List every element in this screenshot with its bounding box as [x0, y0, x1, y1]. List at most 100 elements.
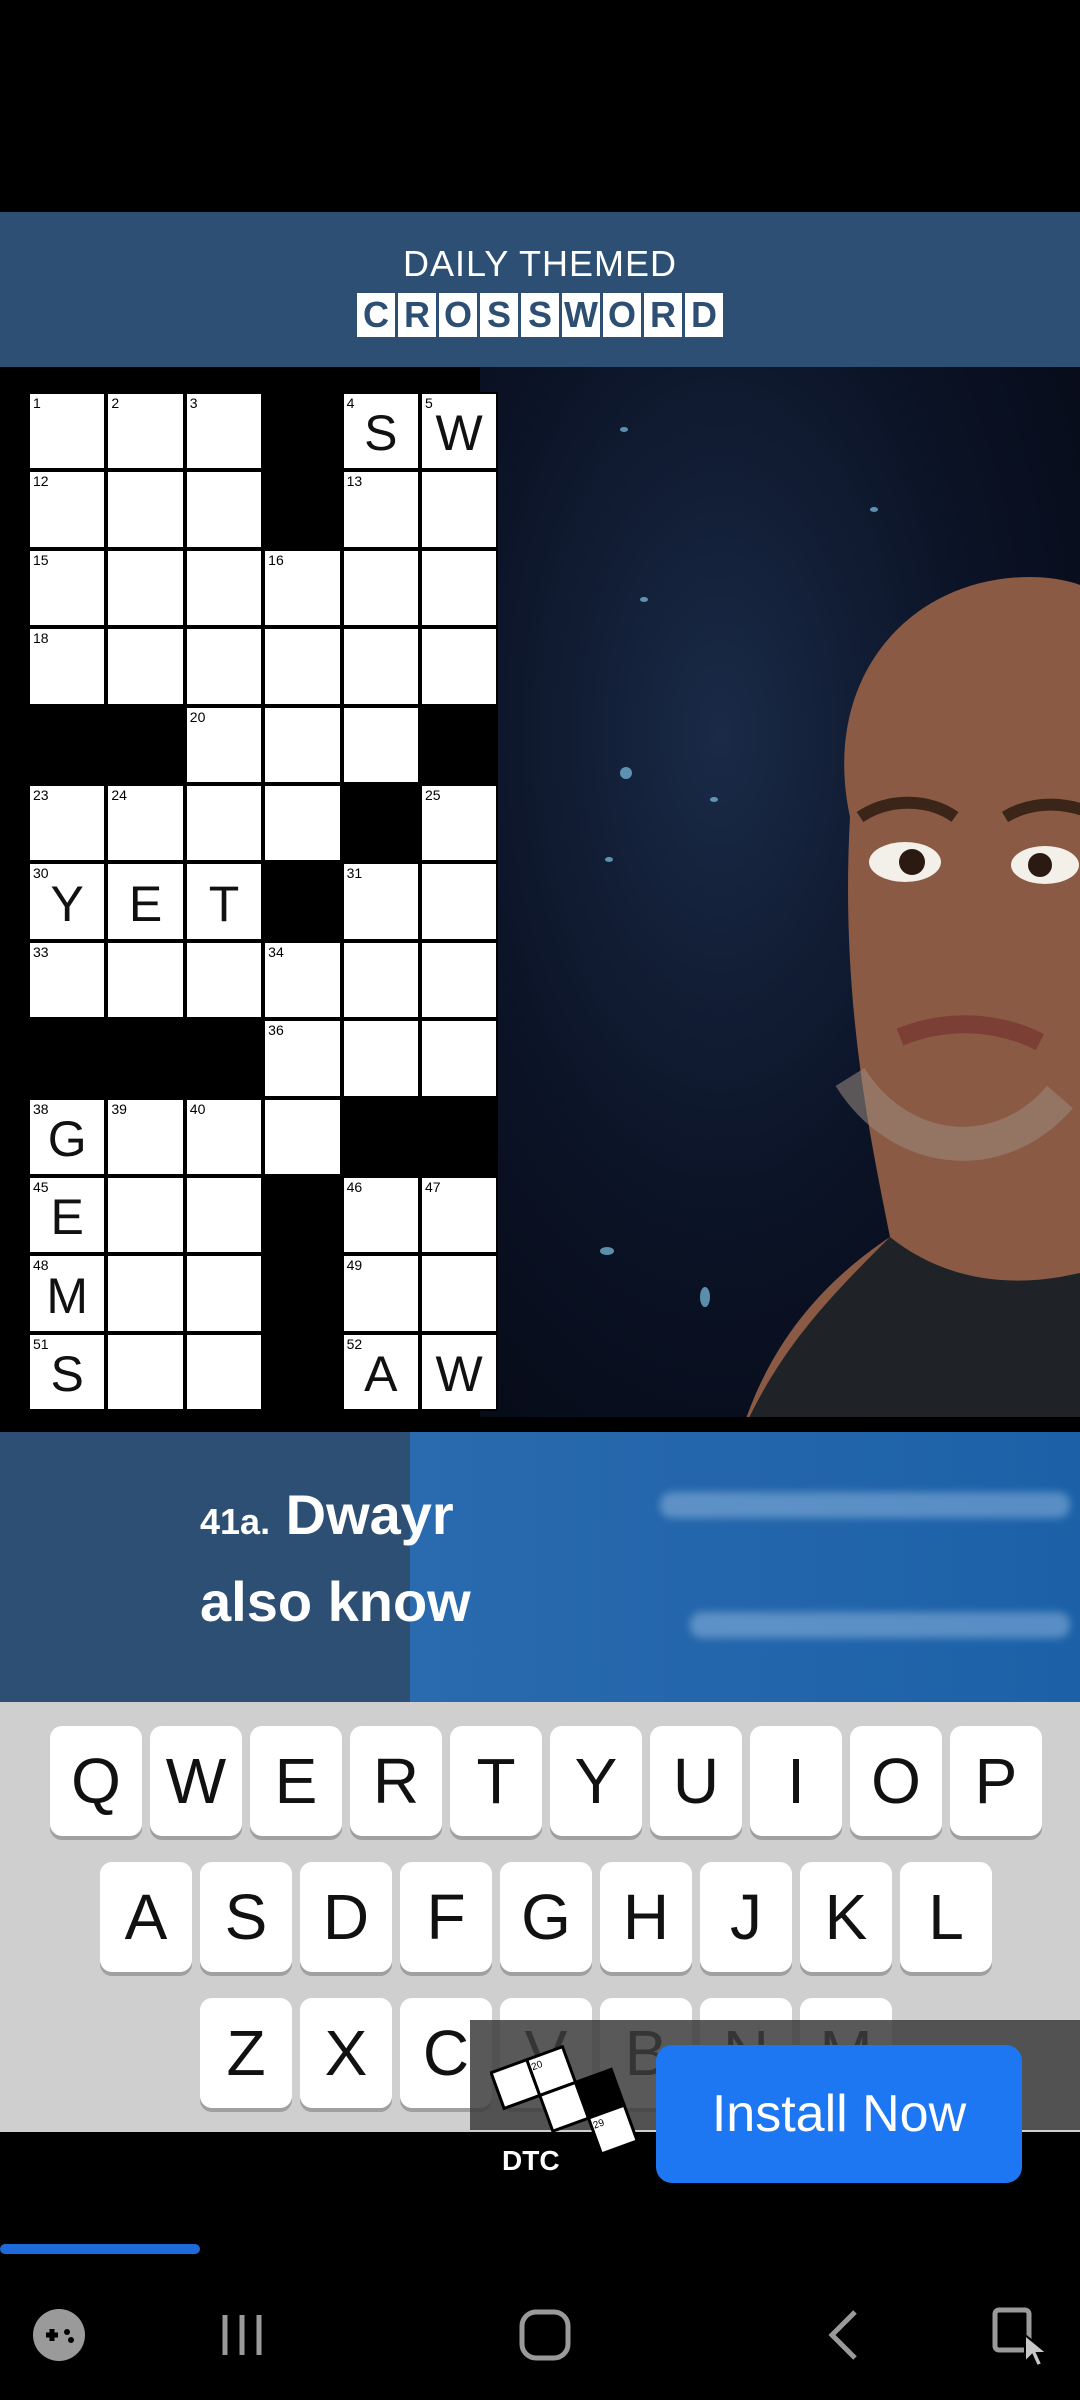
- screen-assist-icon[interactable]: [985, 2300, 1055, 2370]
- grid-cell[interactable]: 30 Y: [28, 862, 107, 941]
- grid-cell[interactable]: [184, 783, 264, 863]
- cell-number: 31: [346, 865, 363, 882]
- key-l[interactable]: L: [900, 1862, 992, 1972]
- grid-cell[interactable]: [263, 783, 342, 863]
- key-u[interactable]: U: [650, 1726, 742, 1836]
- grid-cell[interactable]: 52 A: [341, 1332, 420, 1412]
- grid-cell[interactable]: [341, 1019, 420, 1098]
- grid-cell[interactable]: [184, 470, 264, 549]
- key-x[interactable]: X: [300, 1998, 392, 2108]
- key-z[interactable]: Z: [200, 1998, 292, 2108]
- grid-cell[interactable]: 40: [184, 1097, 264, 1176]
- grid-cell[interactable]: [106, 548, 185, 628]
- cell-number: 47: [424, 1178, 441, 1195]
- grid-cell[interactable]: [419, 1019, 499, 1098]
- grid-cell[interactable]: [184, 548, 264, 628]
- key-k[interactable]: K: [800, 1862, 892, 1972]
- grid-cell[interactable]: [419, 940, 499, 1020]
- grid-cell[interactable]: [106, 940, 185, 1020]
- install-now-button[interactable]: Install Now: [656, 2045, 1022, 2183]
- cell-number: 2: [111, 395, 120, 411]
- key-s[interactable]: S: [200, 1862, 292, 1972]
- grid-cell[interactable]: 18: [28, 627, 107, 706]
- key-o[interactable]: O: [850, 1726, 942, 1836]
- grid-cell[interactable]: 33: [28, 940, 107, 1020]
- key-h[interactable]: H: [600, 1862, 692, 1972]
- grid-cell[interactable]: [341, 705, 420, 784]
- grid-cell[interactable]: 1: [28, 392, 107, 471]
- grid-cell[interactable]: [184, 1254, 264, 1333]
- key-g[interactable]: G: [500, 1862, 592, 1972]
- sparkle: [640, 597, 648, 602]
- grid-cell[interactable]: [184, 1332, 264, 1412]
- grid-cell[interactable]: W: [419, 1332, 499, 1412]
- grid-cell[interactable]: 23: [28, 783, 107, 863]
- grid-cell[interactable]: [263, 1097, 342, 1176]
- grid-cell[interactable]: [184, 940, 264, 1020]
- grid-cell[interactable]: [263, 627, 342, 706]
- grid-cell[interactable]: [341, 548, 420, 628]
- grid-cell[interactable]: [419, 862, 499, 941]
- grid-cell[interactable]: [341, 940, 420, 1020]
- grid-cell[interactable]: 3: [184, 392, 264, 471]
- grid-cell[interactable]: 12: [28, 470, 107, 549]
- grid-cell[interactable]: [341, 627, 420, 706]
- key-f[interactable]: F: [400, 1862, 492, 1972]
- home-icon[interactable]: [510, 2300, 580, 2370]
- grid-cell[interactable]: 16: [263, 548, 342, 628]
- grid-cell[interactable]: [106, 627, 185, 706]
- grid-cell[interactable]: [263, 705, 342, 784]
- key-t[interactable]: T: [450, 1726, 542, 1836]
- key-q[interactable]: Q: [50, 1726, 142, 1836]
- grid-cell[interactable]: [106, 1175, 185, 1255]
- grid-cell[interactable]: 38 G: [28, 1097, 107, 1176]
- grid-cell[interactable]: [419, 548, 499, 628]
- grid-cell[interactable]: 24: [106, 783, 185, 863]
- clue-bar[interactable]: [0, 1432, 1080, 1702]
- grid-cell[interactable]: [106, 1332, 185, 1412]
- key-p[interactable]: P: [950, 1726, 1042, 1836]
- grid-cell[interactable]: [184, 627, 264, 706]
- grid-cell[interactable]: E: [106, 862, 185, 941]
- grid-cell[interactable]: [419, 470, 499, 549]
- key-y[interactable]: Y: [550, 1726, 642, 1836]
- game-launcher-icon[interactable]: [24, 2300, 94, 2370]
- grid-cell[interactable]: [106, 470, 185, 549]
- grid-cell[interactable]: 20: [184, 705, 264, 784]
- key-w[interactable]: W: [150, 1726, 242, 1836]
- grid-cell[interactable]: [419, 627, 499, 706]
- grid-black-square: [28, 705, 107, 784]
- grid-cell[interactable]: 48 M: [28, 1254, 107, 1333]
- grid-black-square: [263, 1332, 342, 1412]
- dtc-app-logo[interactable]: 20 29 DTC: [490, 2040, 640, 2190]
- key-e[interactable]: E: [250, 1726, 342, 1836]
- grid-cell[interactable]: 36: [263, 1019, 342, 1098]
- grid-cell[interactable]: 47: [419, 1175, 499, 1255]
- grid-cell[interactable]: 46: [341, 1175, 420, 1255]
- grid-cell[interactable]: 5W: [419, 392, 499, 471]
- grid-cell[interactable]: [106, 1254, 185, 1333]
- grid-cell[interactable]: T: [184, 862, 264, 941]
- grid-cell[interactable]: 15: [28, 548, 107, 628]
- grid-cell[interactable]: [184, 1175, 264, 1255]
- grid-cell[interactable]: 31: [341, 862, 420, 941]
- key-j[interactable]: J: [700, 1862, 792, 1972]
- grid-cell[interactable]: [419, 1254, 499, 1333]
- key-a[interactable]: A: [100, 1862, 192, 1972]
- grid-cell[interactable]: 13: [341, 470, 420, 549]
- key-i[interactable]: I: [750, 1726, 842, 1836]
- recent-apps-icon[interactable]: [207, 2300, 277, 2370]
- key-d[interactable]: D: [300, 1862, 392, 1972]
- grid-cell[interactable]: 25: [419, 783, 499, 863]
- back-icon[interactable]: [810, 2300, 880, 2370]
- grid-cell[interactable]: 49: [341, 1254, 420, 1333]
- grid-cell[interactable]: 34: [263, 940, 342, 1020]
- grid-cell[interactable]: 4S: [341, 392, 420, 471]
- grid-cell[interactable]: 39: [106, 1097, 185, 1176]
- grid-cell[interactable]: 45 E: [28, 1175, 107, 1255]
- grid-cell[interactable]: 2: [106, 392, 185, 471]
- cell-letter: T: [208, 875, 240, 932]
- key-r[interactable]: R: [350, 1726, 442, 1836]
- grid-cell[interactable]: 51 S: [28, 1332, 107, 1412]
- grid-black-square: [263, 1175, 342, 1255]
